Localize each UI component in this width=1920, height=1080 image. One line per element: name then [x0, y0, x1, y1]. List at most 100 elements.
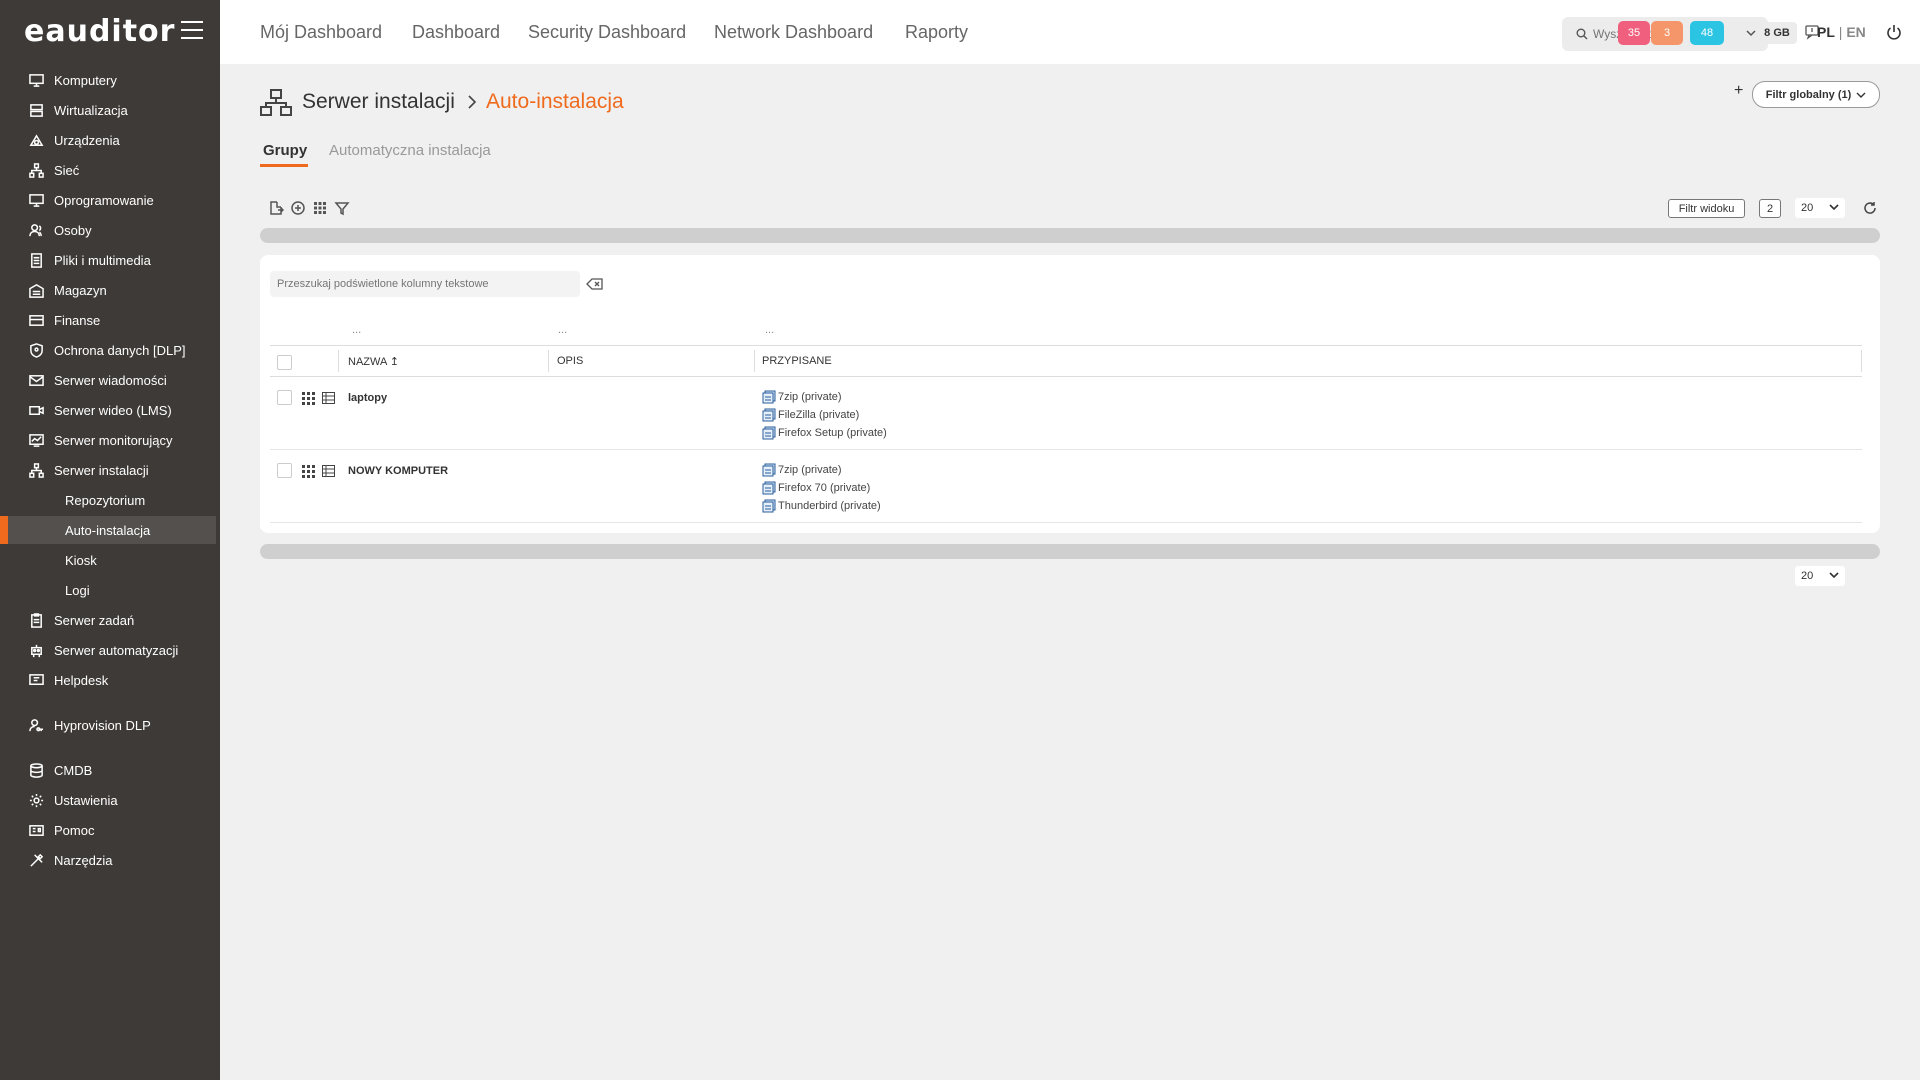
horizontal-scrollbar-top[interactable] [260, 228, 1880, 243]
table-search-input[interactable] [270, 271, 580, 297]
alert-badge-red[interactable]: 35 [1618, 21, 1650, 45]
grid-icon[interactable] [302, 465, 315, 478]
column-divider [338, 350, 339, 372]
nav-network-dashboard[interactable]: Network Dashboard [714, 22, 873, 43]
sidebar-item-serwer-wideo[interactable]: Serwer wideo (LMS) [0, 396, 220, 424]
page-size-select-bottom[interactable]: 20 [1795, 566, 1845, 586]
sidebar-item-logi[interactable]: Logi [0, 576, 220, 604]
sidebar-item-finanse[interactable]: Finanse [0, 306, 220, 334]
assigned-app[interactable]: 7zip (private) [762, 463, 842, 477]
help-card-icon [28, 822, 44, 838]
sidebar-item-pliki[interactable]: Pliki i multimedia [0, 246, 220, 274]
sidebar-item-kiosk[interactable]: Kiosk [0, 546, 220, 574]
sidebar-item-cmdb[interactable]: CMDB [0, 756, 220, 784]
sidebar-item-serwer-wiadomosci[interactable]: Serwer wiadomości [0, 366, 220, 394]
view-filter-button[interactable]: Filtr widoku [1668, 199, 1745, 218]
sidebar-item-siec[interactable]: Sieć [0, 156, 220, 184]
assigned-app[interactable]: Thunderbird (private) [762, 499, 881, 513]
sidebar-item-ochrona-danych[interactable]: Ochrona danych [DLP] [0, 336, 220, 364]
lang-en[interactable]: EN [1846, 24, 1865, 40]
shield-icon [28, 342, 44, 358]
app-logo[interactable]: eauditor [24, 14, 175, 49]
page-size-value: 20 [1801, 570, 1814, 582]
page-size-select[interactable]: 20 [1795, 198, 1845, 218]
lang-separator: | [1834, 24, 1847, 40]
column-header-opis[interactable]: OPIS [557, 355, 583, 367]
sidebar-item-komputery[interactable]: Komputery [0, 66, 220, 94]
sidebar-item-magazyn[interactable]: Magazyn [0, 276, 220, 304]
language-switch[interactable]: PL | EN [1817, 24, 1866, 40]
assigned-app[interactable]: 7zip (private) [762, 390, 842, 404]
power-icon[interactable] [1886, 24, 1902, 40]
tab-grupy[interactable]: Grupy [263, 142, 307, 159]
breadcrumb-current: Auto-instalacja [486, 90, 624, 113]
file-icon [28, 252, 44, 268]
sidebar-item-wirtualizacja[interactable]: Wirtualizacja [0, 96, 220, 124]
tab-automatyczna-instalacja[interactable]: Automatyczna instalacja [329, 142, 491, 159]
sidebar-item-narzedzia[interactable]: Narzędzia [0, 846, 220, 874]
sidebar-item-serwer-instalacji[interactable]: Serwer instalacji [0, 456, 220, 484]
row-checkbox[interactable] [277, 463, 292, 478]
sidebar-item-auto-instalacja[interactable]: Auto-instalacja [0, 516, 216, 544]
package-icon [762, 463, 776, 477]
assigned-app-label: FileZilla (private) [778, 409, 860, 421]
column-divider [754, 350, 755, 372]
users-icon [28, 222, 44, 238]
network-icon [28, 162, 44, 178]
assigned-app[interactable]: Firefox Setup (private) [762, 426, 887, 440]
filter-icon[interactable] [334, 200, 350, 216]
details-icon[interactable] [322, 392, 335, 404]
nav-moj-dashboard[interactable]: Mój Dashboard [260, 22, 382, 43]
column-header-przypisane[interactable]: PRZYPISANE [762, 355, 832, 367]
mail-icon [28, 372, 44, 388]
assigned-app[interactable]: Firefox 70 (private) [762, 481, 870, 495]
nav-dashboard[interactable]: Dashboard [412, 22, 500, 43]
column-header-nazwa[interactable]: NAZWA ↥ [348, 355, 399, 368]
breadcrumb-parent[interactable]: Serwer instalacji [302, 90, 455, 114]
sidebar-item-osoby[interactable]: Osoby [0, 216, 220, 244]
alert-badge-blue[interactable]: 48 [1690, 21, 1724, 45]
column-filter-przypisane[interactable]: ... [765, 324, 774, 336]
table-row[interactable]: NOWY KOMPUTER 7zip (private) Firefox 70 … [270, 450, 1862, 523]
sidebar-item-repozytorium[interactable]: Repozytorium [0, 486, 220, 514]
sidebar-item-pomoc[interactable]: Pomoc [0, 816, 220, 844]
details-icon[interactable] [322, 465, 335, 477]
add-filter-button[interactable]: + [1734, 82, 1743, 100]
package-icon [762, 390, 776, 404]
sidebar-item-ustawienia[interactable]: Ustawienia [0, 786, 220, 814]
user-key-icon [28, 717, 44, 733]
clear-search-icon[interactable] [586, 277, 604, 291]
sidebar-item-oprogramowanie[interactable]: Oprogramowanie [0, 186, 220, 214]
credit-card-icon [28, 312, 44, 328]
sort-icon[interactable]: ↥ [390, 356, 399, 368]
sidebar-item-urzadzenia[interactable]: Urządzenia [0, 126, 220, 154]
select-all-checkbox[interactable] [277, 355, 292, 370]
sidebar-item-helpdesk[interactable]: Helpdesk [0, 666, 220, 694]
assigned-app-label: 7zip (private) [778, 464, 842, 476]
chevron-down-icon[interactable] [1746, 29, 1756, 37]
assigned-app[interactable]: FileZilla (private) [762, 408, 859, 422]
row-name[interactable]: NOWY KOMPUTER [348, 465, 448, 477]
global-filter-button[interactable]: Filtr globalny (1) [1752, 81, 1880, 108]
export-icon[interactable] [268, 200, 285, 216]
alert-badge-orange[interactable]: 3 [1651, 21, 1683, 45]
nav-raporty[interactable]: Raporty [905, 22, 968, 43]
sidebar-item-serwer-automatyzacji[interactable]: Serwer automatyzacji [0, 636, 220, 664]
nav-security-dashboard[interactable]: Security Dashboard [528, 22, 686, 43]
sidebar-item-hyprovision[interactable]: Hyprovision DLP [0, 711, 220, 739]
row-checkbox[interactable] [277, 390, 292, 405]
grid-icon[interactable] [312, 200, 328, 216]
sidebar-item-serwer-monitorujacy[interactable]: Serwer monitorujący [0, 426, 220, 454]
column-filter-nazwa[interactable]: ... [352, 324, 361, 336]
horizontal-scrollbar-bottom[interactable] [260, 544, 1880, 559]
lang-pl[interactable]: PL [1817, 24, 1835, 40]
table-row[interactable]: laptopy 7zip (private) FileZilla (privat… [270, 377, 1862, 450]
menu-toggle-icon[interactable] [181, 21, 203, 39]
column-header-nazwa-label: NAZWA [348, 356, 387, 368]
sidebar-item-serwer-zadan[interactable]: Serwer zadań [0, 606, 220, 634]
row-name[interactable]: laptopy [348, 392, 387, 404]
refresh-icon[interactable] [1862, 200, 1878, 216]
column-filter-opis[interactable]: ... [558, 324, 567, 336]
add-circle-icon[interactable] [290, 200, 306, 216]
grid-icon[interactable] [302, 392, 315, 405]
